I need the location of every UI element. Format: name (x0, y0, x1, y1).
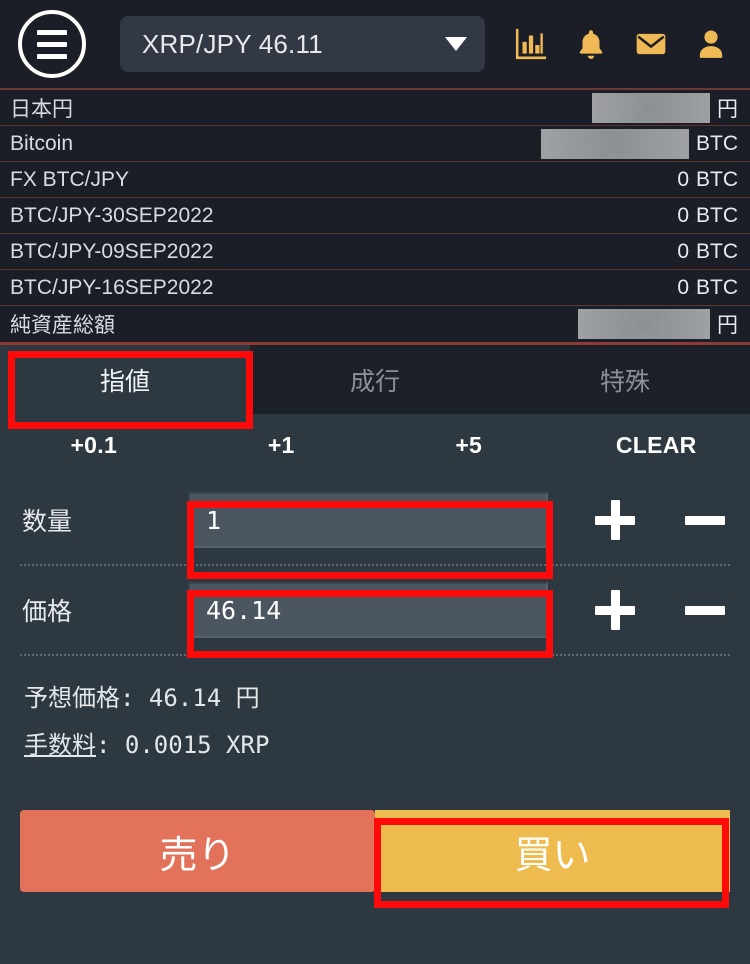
asset-value: 0 (677, 167, 689, 191)
asset-row-net-asset-total: 純資産総額 円 (0, 306, 750, 342)
sell-button[interactable]: 売り (20, 810, 375, 892)
order-action-bar: 売り 買い (0, 810, 750, 892)
order-tab-special[interactable]: 特殊 (500, 345, 750, 414)
currency-pair-select[interactable]: XRP/JPY 46.11 (120, 16, 485, 72)
expected-price-label: 予想価格 (24, 685, 120, 712)
quantity-increment-button[interactable] (592, 497, 638, 543)
quick-add-1-button[interactable]: +1 (188, 432, 376, 459)
asset-value-group: 円 (592, 92, 738, 123)
asset-balance-list: 日本円 円 Bitcoin BTC FX BTC/JPY 0 BTC BTC/J… (0, 90, 750, 345)
price-increment-button[interactable] (592, 587, 638, 633)
asset-value-group: 0 BTC (677, 168, 738, 192)
price-decrement-button[interactable] (682, 587, 728, 633)
hamburger-bar (37, 53, 67, 59)
trading-screen: XRP/JPY 46.11 日本円 円 Bitcoin BTC FX BTC/J… (0, 0, 750, 964)
buy-button[interactable]: 買い (375, 810, 730, 892)
plus-icon (611, 500, 620, 540)
asset-row-btc-jpy-30sep2022: BTC/JPY-30SEP2022 0 BTC (0, 198, 750, 234)
quick-add-5-button[interactable]: +5 (375, 432, 563, 459)
minus-icon (685, 606, 725, 615)
asset-unit: 円 (717, 314, 738, 337)
asset-unit: BTC (696, 131, 738, 155)
envelope-icon[interactable] (634, 27, 668, 61)
expected-price-value: : 46.14 円 (120, 684, 260, 712)
asset-unit: BTC (696, 275, 738, 299)
hamburger-bar (37, 29, 67, 35)
currency-pair-label: XRP/JPY 46.11 (142, 28, 323, 59)
order-tab-market[interactable]: 成行 (250, 345, 500, 414)
order-tab-limit[interactable]: 指値 (0, 345, 250, 414)
asset-value-group: 0 BTC (677, 240, 738, 264)
quick-add-0.1-button[interactable]: +0.1 (0, 432, 188, 459)
hamburger-bar (37, 41, 67, 47)
asset-value: 0 (677, 275, 689, 299)
asset-row-btc-jpy-09sep2022: BTC/JPY-09SEP2022 0 BTC (0, 234, 750, 270)
fee-value: : 0.0015 XRP (96, 731, 270, 759)
asset-unit: 円 (717, 97, 738, 121)
quantity-label: 数量 (22, 508, 73, 536)
asset-value-group: 円 (578, 309, 738, 339)
order-type-tabs: 指値 成行 特殊 (0, 345, 750, 414)
hamburger-menu-icon[interactable] (18, 10, 86, 78)
user-icon[interactable] (694, 27, 728, 61)
clear-button[interactable]: CLEAR (563, 432, 750, 459)
chevron-down-icon (445, 37, 467, 51)
asset-value-group: BTC (541, 128, 738, 159)
asset-value: 0 (677, 203, 689, 227)
asset-name: 日本円 (10, 97, 73, 121)
asset-row-bitcoin: Bitcoin BTC (0, 126, 750, 162)
price-input[interactable]: 46.14 (188, 582, 548, 638)
minus-icon (685, 516, 725, 525)
asset-value-group: 0 BTC (677, 204, 738, 228)
asset-unit: BTC (696, 203, 738, 227)
quantity-row: 数量 1 (0, 476, 750, 564)
plus-icon (611, 590, 620, 630)
asset-name: Bitcoin (10, 131, 74, 155)
fee-line: 手数料: 0.0015 XRP (24, 725, 750, 760)
quick-amount-bar: +0.1 +1 +5 CLEAR (0, 414, 750, 476)
asset-name: BTC/JPY-16SEP2022 (10, 275, 214, 299)
quantity-input[interactable]: 1 (188, 492, 548, 548)
price-label: 価格 (22, 598, 73, 626)
asset-unit: BTC (696, 167, 738, 191)
asset-value-group: 0 BTC (677, 276, 738, 300)
asset-name: BTC/JPY-30SEP2022 (10, 203, 214, 227)
redacted-value (592, 92, 710, 123)
asset-row-jpy: 日本円 円 (0, 90, 750, 126)
price-row: 価格 46.14 (0, 566, 750, 654)
redacted-value (578, 309, 710, 339)
asset-value: 0 (677, 239, 689, 263)
asset-unit: BTC (696, 239, 738, 263)
bell-icon[interactable] (574, 27, 608, 61)
order-summary: 予想価格: 46.14 円 手数料: 0.0015 XRP (0, 656, 750, 772)
bar-chart-icon[interactable] (514, 27, 548, 61)
redacted-value (541, 128, 689, 159)
header-icon-group (514, 27, 734, 61)
asset-row-btc-jpy-16sep2022: BTC/JPY-16SEP2022 0 BTC (0, 270, 750, 306)
quantity-decrement-button[interactable] (682, 497, 728, 543)
app-header: XRP/JPY 46.11 (0, 0, 750, 90)
asset-name: BTC/JPY-09SEP2022 (10, 239, 214, 263)
asset-row-fx-btc-jpy: FX BTC/JPY 0 BTC (0, 162, 750, 198)
asset-name: FX BTC/JPY (10, 167, 130, 191)
expected-price-line: 予想価格: 46.14 円 (24, 678, 750, 713)
fee-label[interactable]: 手数料 (24, 732, 96, 759)
asset-name: 純資産総額 (10, 314, 115, 337)
